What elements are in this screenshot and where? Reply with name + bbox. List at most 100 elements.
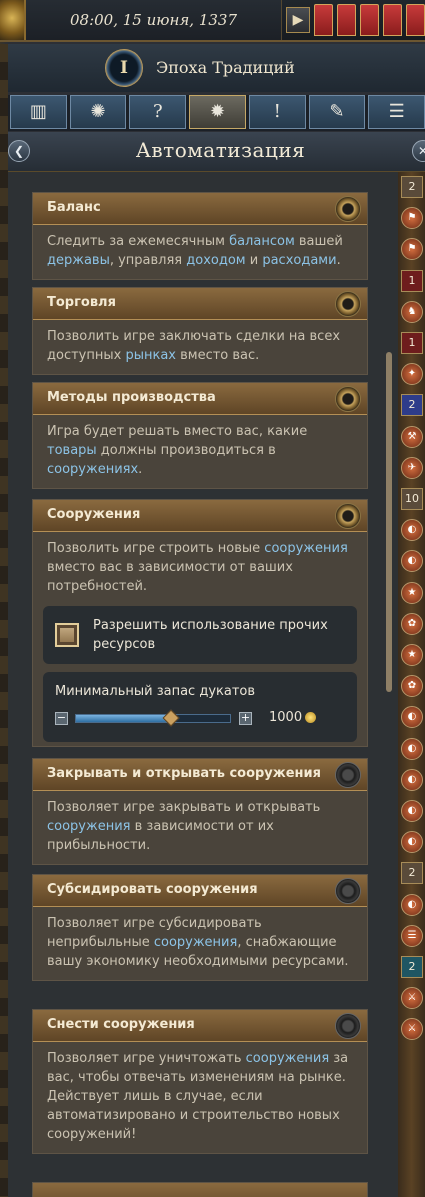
banner-icon[interactable]: [314, 4, 333, 36]
outliner-item-icon[interactable]: ♞: [401, 300, 423, 323]
outliner-item-icon[interactable]: ◐: [401, 768, 423, 791]
text: и: [245, 253, 263, 268]
outliner-item-icon[interactable]: ★: [401, 644, 423, 666]
text: вашей: [294, 234, 343, 249]
count-badge[interactable]: 2: [401, 862, 423, 885]
outliner-item-icon[interactable]: ◐: [401, 706, 423, 729]
count-badge[interactable]: 10: [401, 488, 423, 510]
banner-icon[interactable]: [360, 4, 379, 36]
outliner-item-icon[interactable]: ◐: [401, 893, 423, 916]
gear-icon[interactable]: [335, 291, 361, 317]
count-badge[interactable]: 1: [401, 269, 423, 292]
count-badge[interactable]: 1: [401, 332, 423, 354]
decrease-button[interactable]: −: [55, 712, 68, 725]
outliner-item-icon[interactable]: ◐: [401, 831, 423, 854]
link-income[interactable]: доходом: [186, 253, 245, 268]
link-buildings[interactable]: сооружения: [47, 819, 130, 834]
section-title: Автоматизация: [135, 138, 306, 162]
outliner-item-icon[interactable]: ★: [401, 581, 423, 604]
count-badge[interactable]: 2: [401, 956, 423, 978]
card-buildings: Сооружения Позволить игре строить новые …: [32, 499, 368, 747]
link-goods[interactable]: товары: [47, 443, 97, 458]
count-badge[interactable]: 2: [401, 394, 423, 417]
outliner-item-icon[interactable]: ⚒: [401, 425, 423, 448]
outliner-item-icon[interactable]: ⚑: [401, 238, 423, 261]
left-ornament: [0, 44, 8, 1197]
gear-icon[interactable]: [335, 386, 361, 412]
link-buildings[interactable]: сооружениях: [47, 462, 138, 477]
text: Позволяет игре уничтожать: [47, 1051, 246, 1066]
checkbox-label: Разрешить использование прочих ресурсов: [93, 618, 328, 652]
outliner-item-icon[interactable]: ◐: [401, 519, 423, 542]
text: , управляя: [109, 253, 187, 268]
card-header: Методы производства: [33, 383, 367, 415]
text: вместо вас.: [175, 348, 260, 363]
tab-automation[interactable]: ✹: [189, 95, 246, 129]
min-ducats-value: 1000: [269, 710, 303, 725]
medal-icon[interactable]: [0, 0, 26, 40]
outliner-item-icon[interactable]: ◐: [401, 737, 423, 760]
slider-handle[interactable]: [162, 709, 180, 727]
outliner-item-icon[interactable]: ✿: [401, 612, 423, 635]
card-header: Баланс: [33, 193, 367, 225]
card-title: Торговля: [47, 295, 116, 310]
outliner-item-icon[interactable]: ◐: [401, 550, 423, 573]
outliner-item-icon[interactable]: ✿: [401, 675, 423, 698]
outliner-item-icon[interactable]: ☰: [401, 924, 423, 947]
card-header: [33, 1183, 367, 1197]
tab-bar: ▥ ✺ ? ✹ ! ✎ ☰: [8, 95, 425, 131]
card-title: Методы производства: [47, 390, 216, 405]
other-resources-checkbox[interactable]: [55, 623, 79, 647]
gear-icon[interactable]: [335, 1013, 361, 1039]
card-description: Позволить игре заключать сделки на всех …: [33, 320, 367, 374]
gear-icon[interactable]: [335, 503, 361, 529]
banner-icon[interactable]: [406, 4, 425, 36]
link-buildings[interactable]: сооружения: [246, 1051, 329, 1066]
text: Игра будет решать вместо вас, какие: [47, 424, 308, 439]
card-description: Позволяет игре субсидировать неприбыльны…: [33, 907, 367, 980]
card-title: Субсидировать сооружения: [47, 882, 258, 897]
card-close-open: Закрывать и открывать сооружения Позволя…: [32, 758, 368, 865]
min-ducats-label: Минимальный запас дукатов: [55, 684, 256, 699]
play-button[interactable]: ▶: [286, 7, 310, 33]
tab-search[interactable]: ✺: [69, 95, 127, 129]
flag-banners: [314, 4, 425, 38]
tab-list[interactable]: ☰: [368, 95, 425, 129]
outliner-item-icon[interactable]: ⚑: [401, 207, 423, 230]
link-balance[interactable]: балансом: [229, 234, 295, 249]
slider-fill: [76, 715, 172, 722]
tab-info[interactable]: !: [248, 95, 306, 129]
gear-icon[interactable]: [335, 878, 361, 904]
increase-button[interactable]: +: [239, 712, 252, 725]
automation-screen: 08:00, 15 июня, 1337 ▶ I Эпоха Традиций …: [0, 0, 425, 1197]
link-expenses[interactable]: расходами: [262, 253, 336, 268]
tab-help[interactable]: ?: [129, 95, 187, 129]
banner-icon[interactable]: [337, 4, 356, 36]
banner-icon[interactable]: [383, 4, 402, 36]
link-buildings[interactable]: сооружения: [154, 935, 237, 950]
text: Следить за ежемесячным: [47, 234, 230, 249]
text: вместо вас в зависимости от ваших потреб…: [47, 560, 293, 594]
count-badge[interactable]: 2: [401, 176, 423, 198]
card-description: Позволить игре строить новые сооружения …: [33, 532, 367, 596]
card-balance: Баланс Следить за ежемесячным балансом в…: [32, 192, 368, 280]
scrollbar[interactable]: [386, 352, 392, 692]
outliner-item-icon[interactable]: ◐: [401, 800, 423, 822]
gear-icon[interactable]: [335, 196, 361, 222]
top-bar: 08:00, 15 июня, 1337 ▶: [0, 0, 425, 42]
outliner-item-icon[interactable]: ✦: [401, 363, 423, 386]
card-description: Игра будет решать вместо вас, какие това…: [33, 415, 367, 488]
outliner-item-icon[interactable]: ⚔: [401, 987, 423, 1010]
date-display: 08:00, 15 июня, 1337: [26, 0, 282, 40]
min-ducats-option: Минимальный запас дукатов − + 1000: [43, 672, 357, 742]
link-buildings[interactable]: сооружения: [264, 541, 347, 556]
outliner-item-icon[interactable]: ✈: [401, 456, 423, 479]
link-state[interactable]: державы: [47, 253, 110, 268]
era-header: I Эпоха Традиций: [8, 44, 425, 92]
link-markets[interactable]: рынках: [125, 348, 176, 363]
ducats-slider[interactable]: [75, 709, 231, 727]
gear-icon[interactable]: [335, 762, 361, 788]
tab-stats[interactable]: ▥: [10, 95, 67, 129]
outliner-item-icon[interactable]: ⚔: [401, 1018, 423, 1041]
tab-quill[interactable]: ✎: [308, 95, 366, 129]
